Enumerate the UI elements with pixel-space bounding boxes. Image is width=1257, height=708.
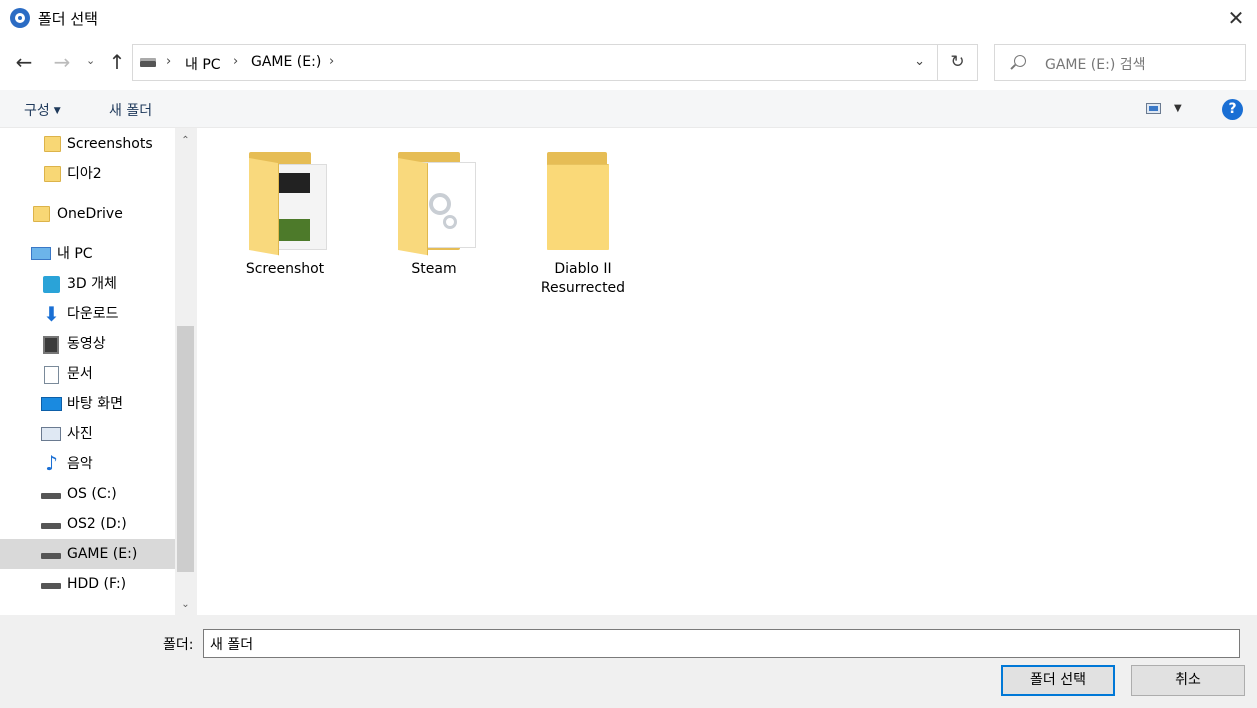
sidebar-item-label: GAME (E:) (67, 546, 138, 562)
search-placeholder: GAME (E:) 검색 (1045, 57, 1146, 73)
sidebar-item-drive-c[interactable]: OS (C:) (0, 479, 175, 509)
forward-arrow-icon[interactable]: → (50, 52, 74, 72)
folder-field-label: 폴더: (163, 637, 194, 653)
new-folder-button[interactable]: 새 폴더 (109, 100, 152, 120)
document-icon (44, 366, 59, 384)
breadcrumb-separator[interactable]: › (233, 54, 238, 69)
scroll-down-icon[interactable]: ⌄ (175, 596, 196, 613)
sidebar-item-label: 다운로드 (67, 306, 119, 322)
address-dropdown-icon[interactable]: ⌄ (914, 54, 925, 69)
picture-icon (41, 427, 61, 441)
sidebar-item-label: 음악 (67, 456, 93, 472)
sidebar-item-label: 사진 (67, 426, 93, 442)
music-icon: ♪ (45, 451, 58, 475)
sidebar-item-3d-objects[interactable]: 3D 개체 (0, 269, 175, 299)
app-icon (10, 8, 30, 28)
command-bar: 구성 ▼ 새 폴더 ▼ ? (0, 90, 1257, 128)
pc-icon (31, 247, 51, 260)
sidebar-item-label: 디아2 (67, 166, 102, 182)
sidebar-item-label: 동영상 (67, 336, 106, 352)
folder-icon (398, 152, 476, 256)
sidebar-item-label: 바탕 화면 (67, 396, 123, 412)
sidebar-item-label: Screenshots (67, 136, 153, 152)
folder-label: Screenshot (245, 261, 325, 277)
file-list: Screenshot Steam Diablo II Resurrected (196, 128, 1257, 615)
title-bar: 폴더 선택 ✕ (0, 0, 1257, 36)
folder-item-diablo2-resurrected[interactable]: Diablo II Resurrected (523, 128, 643, 308)
help-icon[interactable]: ? (1222, 99, 1243, 120)
sidebar-scroll-thumb[interactable] (177, 326, 194, 572)
sidebar-item-music[interactable]: ♪ 음악 (0, 449, 175, 479)
sidebar-item-label: 내 PC (57, 246, 93, 262)
sidebar-item-drive-e[interactable]: GAME (E:) (0, 539, 175, 569)
organize-label: 구성 (24, 103, 50, 119)
close-icon[interactable]: ✕ (1225, 7, 1247, 29)
drive-icon (41, 583, 61, 589)
breadcrumb-game-drive[interactable]: GAME (E:) (251, 54, 321, 70)
navigation-pane: Screenshots 디아2 OneDrive 내 PC 3D 개체 ⬇ 다운… (0, 128, 196, 615)
drive-icon (41, 523, 61, 529)
breadcrumb-separator[interactable]: › (329, 54, 334, 69)
sidebar-item-pictures[interactable]: 사진 (0, 419, 175, 449)
video-icon (43, 336, 59, 354)
cancel-button[interactable]: 취소 (1131, 665, 1245, 696)
drive-icon (140, 58, 156, 67)
sidebar-item-screenshots[interactable]: Screenshots (0, 129, 175, 159)
view-options-caret-icon[interactable]: ▼ (1174, 103, 1182, 114)
folder-icon (547, 152, 611, 252)
select-folder-button[interactable]: 폴더 선택 (1001, 665, 1115, 696)
3d-objects-icon (43, 276, 60, 293)
refresh-button[interactable]: ↻ (938, 44, 978, 81)
folder-icon (44, 136, 61, 152)
folder-icon (33, 206, 50, 222)
download-icon: ⬇ (43, 302, 60, 326)
folder-label: Steam (411, 261, 457, 277)
sidebar-item-this-pc[interactable]: 내 PC (0, 239, 175, 269)
folder-icon (249, 152, 327, 256)
sidebar-item-drive-d[interactable]: OS2 (D:) (0, 509, 175, 539)
sidebar-item-videos[interactable]: 동영상 (0, 329, 175, 359)
sidebar-item-diablo2[interactable]: 디아2 (0, 159, 175, 189)
sidebar-item-documents[interactable]: 문서 (0, 359, 175, 389)
breadcrumb-separator[interactable]: › (166, 54, 171, 69)
breadcrumb-this-pc[interactable]: 내 PC (185, 54, 221, 74)
folder-label: Diablo II Resurrected (540, 261, 626, 296)
back-arrow-icon[interactable]: ← (12, 52, 36, 72)
folder-name-input[interactable] (203, 629, 1240, 658)
scroll-up-icon[interactable]: ⌃ (175, 132, 196, 149)
drive-icon (41, 553, 61, 559)
change-view-icon[interactable] (1146, 103, 1161, 114)
search-input[interactable]: GAME (E:) 검색 (994, 44, 1246, 81)
desktop-icon (41, 397, 62, 411)
recent-locations-chevron-icon[interactable]: ⌄ (86, 54, 95, 67)
sidebar-item-label: OneDrive (57, 206, 123, 222)
search-icon (1014, 55, 1026, 67)
address-bar[interactable]: › 내 PC › GAME (E:) › ⌄ (132, 44, 938, 81)
organize-button[interactable]: 구성 ▼ (24, 100, 61, 120)
folder-item-screenshot[interactable]: Screenshot (225, 128, 345, 308)
dialog-footer: 폴더: 폴더 선택 취소 (0, 615, 1257, 708)
up-arrow-icon[interactable]: ↑ (105, 52, 129, 72)
windows-drive-icon (41, 493, 61, 499)
folder-item-steam[interactable]: Steam (374, 128, 494, 308)
sidebar-item-drive-f[interactable]: HDD (F:) (0, 569, 175, 599)
sidebar-item-label: OS2 (D:) (67, 516, 127, 532)
folder-icon (44, 166, 61, 182)
sidebar-item-label: 문서 (67, 366, 93, 382)
navigation-bar: ← → ⌄ ↑ › 내 PC › GAME (E:) › ⌄ ↻ GAME (E… (0, 36, 1257, 90)
sidebar-item-label: OS (C:) (67, 486, 117, 502)
sidebar-item-label: 3D 개체 (67, 276, 117, 292)
sidebar-item-downloads[interactable]: ⬇ 다운로드 (0, 299, 175, 329)
window-title: 폴더 선택 (38, 10, 98, 28)
sidebar-item-onedrive[interactable]: OneDrive (0, 199, 175, 229)
sidebar-item-desktop[interactable]: 바탕 화면 (0, 389, 175, 419)
caret-down-icon: ▼ (53, 106, 61, 116)
sidebar-item-label: HDD (F:) (67, 576, 127, 592)
